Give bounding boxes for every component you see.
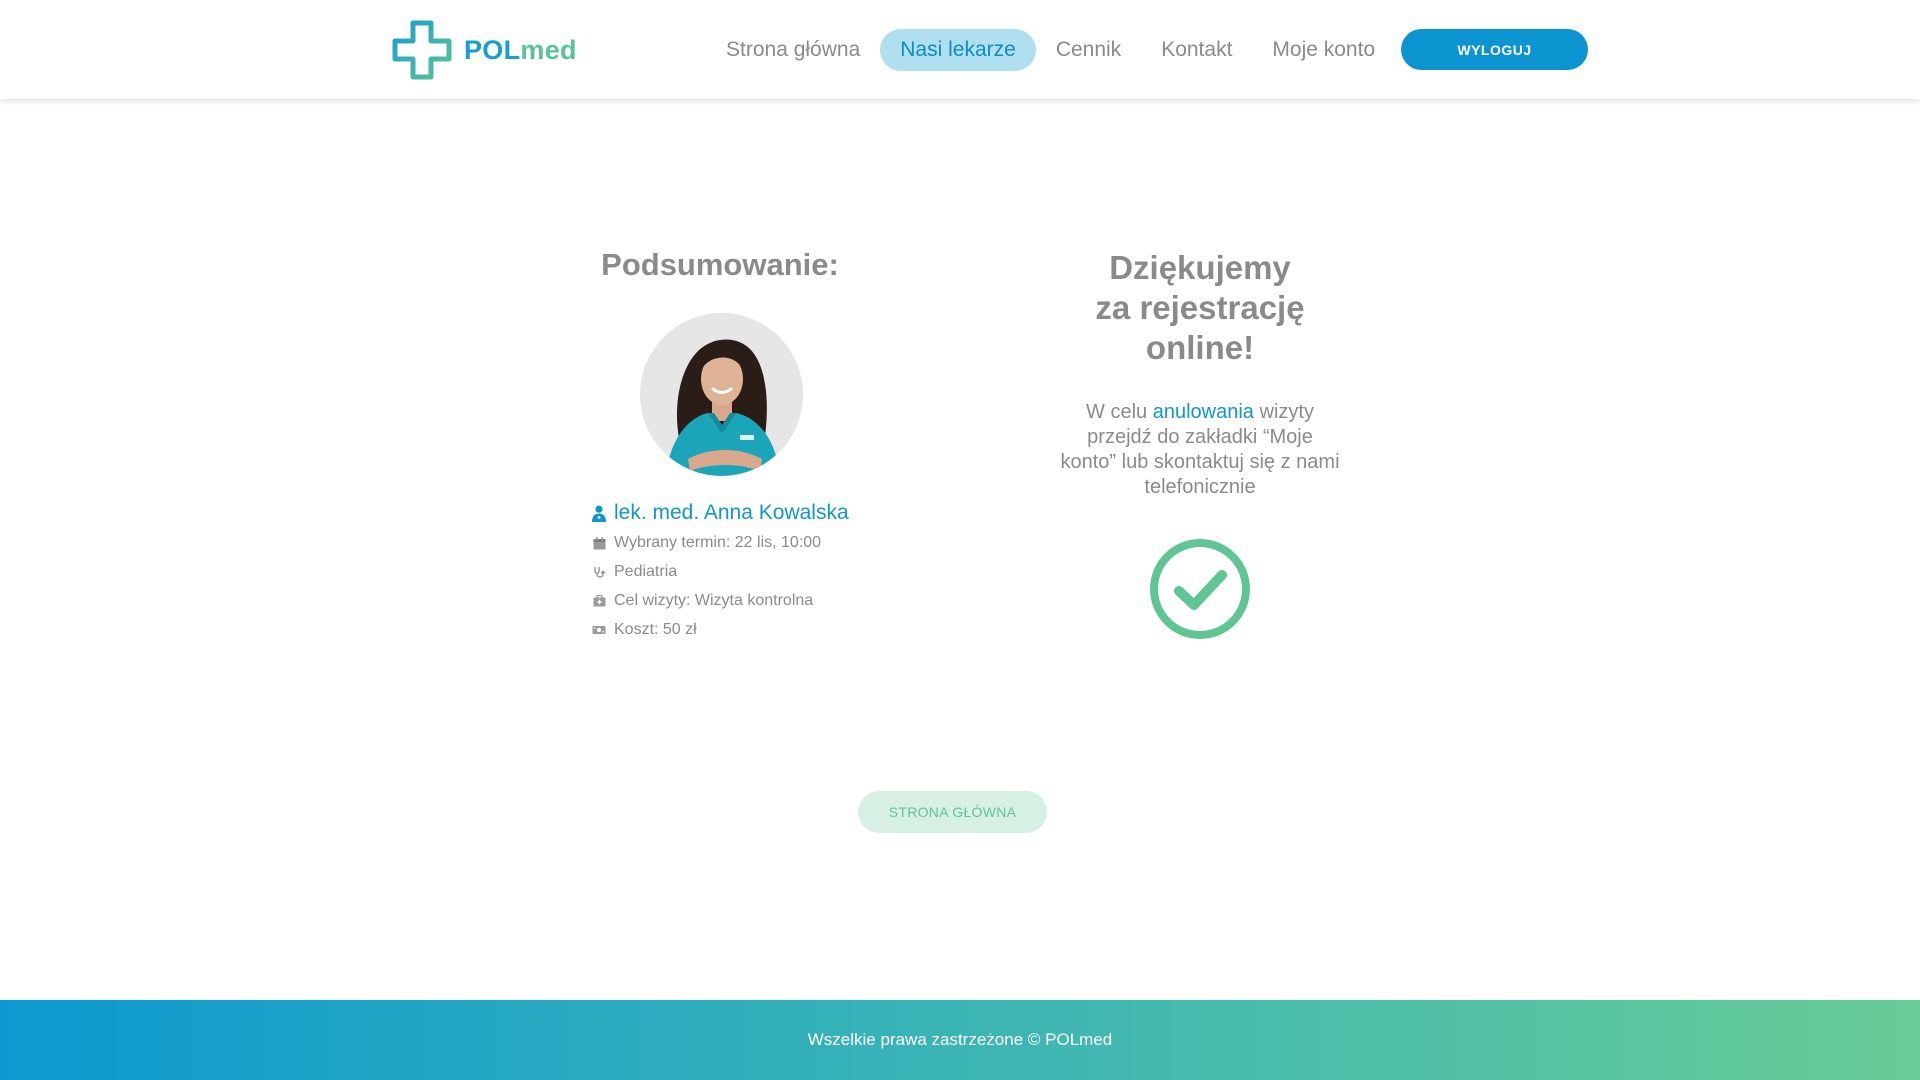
nav-item-contact[interactable]: Kontakt [1141,29,1252,71]
detail-text: Pediatria [614,563,678,580]
footer: Wszelkie prawa zastrzeżone © POLmed [0,1000,1920,1080]
detail-specialty: Pediatria [592,562,677,582]
medkit-icon [592,595,606,607]
cancellation-info: W celu anulowania wizyty przejdź do zakł… [1060,400,1340,500]
detail-text: Cel wizyty: Wizyta kontrolna [614,592,814,609]
logout-button[interactable]: WYLOGUJ [1401,29,1588,70]
main-nav: Strona główna Nasi lekarze Cennik Kontak… [706,29,1395,71]
cancel-visit-link[interactable]: anulowania [1153,401,1254,423]
thanks-title-line: za rejestrację [1095,289,1305,326]
logo-text-pol: POL [464,34,521,65]
polmed-logo[interactable]: POLmed [392,19,577,81]
top-navbar: POLmed Strona główna Nasi lekarze Cennik… [0,0,1920,99]
detail-text: Wybrany termin: 22 lis, 10:00 [614,534,822,551]
doctor-name-link[interactable]: lek. med. Anna Kowalska [592,500,849,526]
cancellation-info-prefix: W celu [1086,401,1153,423]
thanks-title: Dziękujemy za rejestrację online! [1030,248,1370,368]
doctor-person-icon [592,505,606,522]
medical-cross-icon [392,20,452,80]
thanks-title-line: online! [1145,329,1255,366]
calendar-icon [592,536,606,550]
page: POLmed Strona główna Nasi lekarze Cennik… [0,0,1920,1080]
logo-text-med: med [520,34,577,65]
nav-item-my-account[interactable]: Moje konto [1252,29,1395,71]
doctor-avatar [640,313,803,476]
summary-title: Podsumowanie: [601,247,839,282]
stethoscope-icon [592,566,606,579]
detail-cost: Koszt: 50 zł [592,620,697,640]
nav-item-pricing[interactable]: Cennik [1036,29,1141,71]
footer-copyright: Wszelkie prawa zastrzeżone © POLmed [807,1030,1113,1049]
detail-visit-purpose: Cel wizyty: Wizyta kontrolna [592,591,813,611]
nav-item-doctors[interactable]: Nasi lekarze [880,29,1036,71]
doctor-name: lek. med. Anna Kowalska [614,501,849,524]
money-icon [592,625,606,635]
detail-appointment-date: Wybrany termin: 22 lis, 10:00 [592,533,821,553]
home-button[interactable]: STRONA GŁÓWNA [858,791,1047,833]
thanks-title-line: Dziękujemy [1109,249,1291,286]
logo-text: POLmed [464,35,577,66]
check-circle-icon [1149,538,1251,640]
detail-text: Koszt: 50 zł [614,621,697,638]
nav-item-home[interactable]: Strona główna [706,29,880,71]
